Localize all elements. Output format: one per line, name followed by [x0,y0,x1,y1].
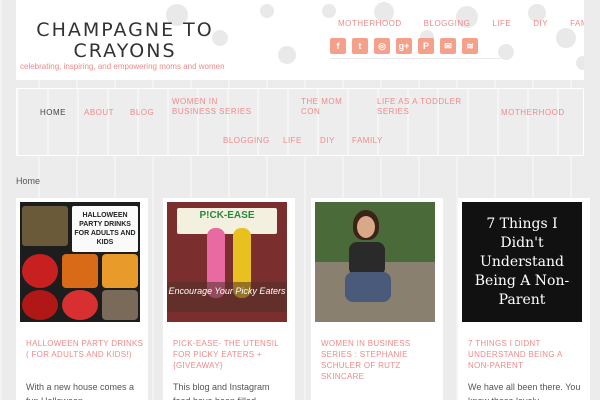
site-title[interactable]: CHAMPAGNE TO CRAYONS [30,20,220,62]
nav-about[interactable]: ABOUT [84,108,114,118]
main-nav: HOME ABOUT BLOG WOMEN IN BUSINESS SERIES… [16,88,584,156]
email-icon[interactable]: ✉ [440,38,456,54]
thumbnail-caption: 7 Things I Didn't Understand Being A Non… [474,215,570,308]
thumbnail-caption: HALLOWEEN PARTY DRINKS FOR ADULTS AND KI… [72,206,138,252]
post-excerpt: With a new house comes a fun Halloween [26,382,135,400]
divider [330,58,500,59]
post-excerpt: This blog and Instagram feed have been f… [173,382,270,400]
google-plus-icon[interactable]: g+ [396,38,412,54]
nav-blog[interactable]: BLOG [130,108,154,118]
nav-home[interactable]: HOME [40,108,66,118]
post-card[interactable]: WOMEN IN BUSINESS SERIES : STEPHANIE SCH… [311,198,443,400]
nav-motherhood[interactable]: MOTHERHOOD [501,108,565,118]
post-excerpt: We have all been there. You know those l… [468,382,581,400]
top-nav-family[interactable]: FAMILY [570,19,584,28]
post-title[interactable]: 7 THINGS I DIDNT UNDERSTAND BEING A NON-… [468,338,586,371]
nav-blogging[interactable]: BLOGGING [223,136,270,146]
post-thumbnail[interactable]: HALLOWEEN PARTY DRINKS FOR ADULTS AND KI… [20,202,140,322]
instagram-icon[interactable]: ◎ [374,38,390,54]
social-icons: f t ◎ g+ P ✉ ≋ [330,38,478,54]
post-title[interactable]: PICK-EASE- THE UTENSIL FOR PICKY EATERS … [173,338,291,371]
nav-life[interactable]: LIFE [283,136,302,146]
rss-icon[interactable]: ≋ [462,38,478,54]
post-title[interactable]: HALLOWEEN PARTY DRINKS ( FOR ADULTS AND … [26,338,144,360]
nav-women-in-business[interactable]: WOMEN IN BUSINESS SERIES [172,97,262,117]
thumbnail-caption: Encourage Your Picky Eaters [167,282,287,312]
post-title[interactable]: WOMEN IN BUSINESS SERIES : STEPHANIE SCH… [321,338,439,382]
top-nav-diy[interactable]: DIY [533,19,548,28]
top-nav-motherhood[interactable]: MOTHERHOOD [338,19,402,28]
nav-mom-con[interactable]: THE MOM CON [301,97,351,117]
top-nav-life[interactable]: LIFE [492,19,511,28]
top-nav-blogging[interactable]: BLOGGING [424,19,471,28]
post-card[interactable]: P!CK-EASE Encourage Your Picky Eaters PI… [163,198,295,400]
pinterest-icon[interactable]: P [418,38,434,54]
site-tagline: celebrating, inspiring, and empowering m… [20,62,225,71]
nav-diy[interactable]: DIY [320,136,335,146]
post-card[interactable]: HALLOWEEN PARTY DRINKS FOR ADULTS AND KI… [16,198,148,400]
facebook-icon[interactable]: f [330,38,346,54]
twitter-icon[interactable]: t [352,38,368,54]
breadcrumb[interactable]: Home [16,176,40,186]
nav-toddler-series[interactable]: LIFE AS A TODDLER SERIES [377,97,467,117]
post-thumbnail[interactable]: P!CK-EASE Encourage Your Picky Eaters [167,202,287,322]
site-header: CHAMPAGNE TO CRAYONS celebrating, inspir… [16,0,584,80]
top-nav: MOTHERHOOD BLOGGING LIFE DIY FAMILY [338,19,584,28]
post-thumbnail[interactable] [315,202,435,322]
post-card[interactable]: 7 Things I Didn't Understand Being A Non… [458,198,590,400]
nav-family[interactable]: FAMILY [352,136,383,146]
post-thumbnail[interactable]: 7 Things I Didn't Understand Being A Non… [462,202,582,322]
